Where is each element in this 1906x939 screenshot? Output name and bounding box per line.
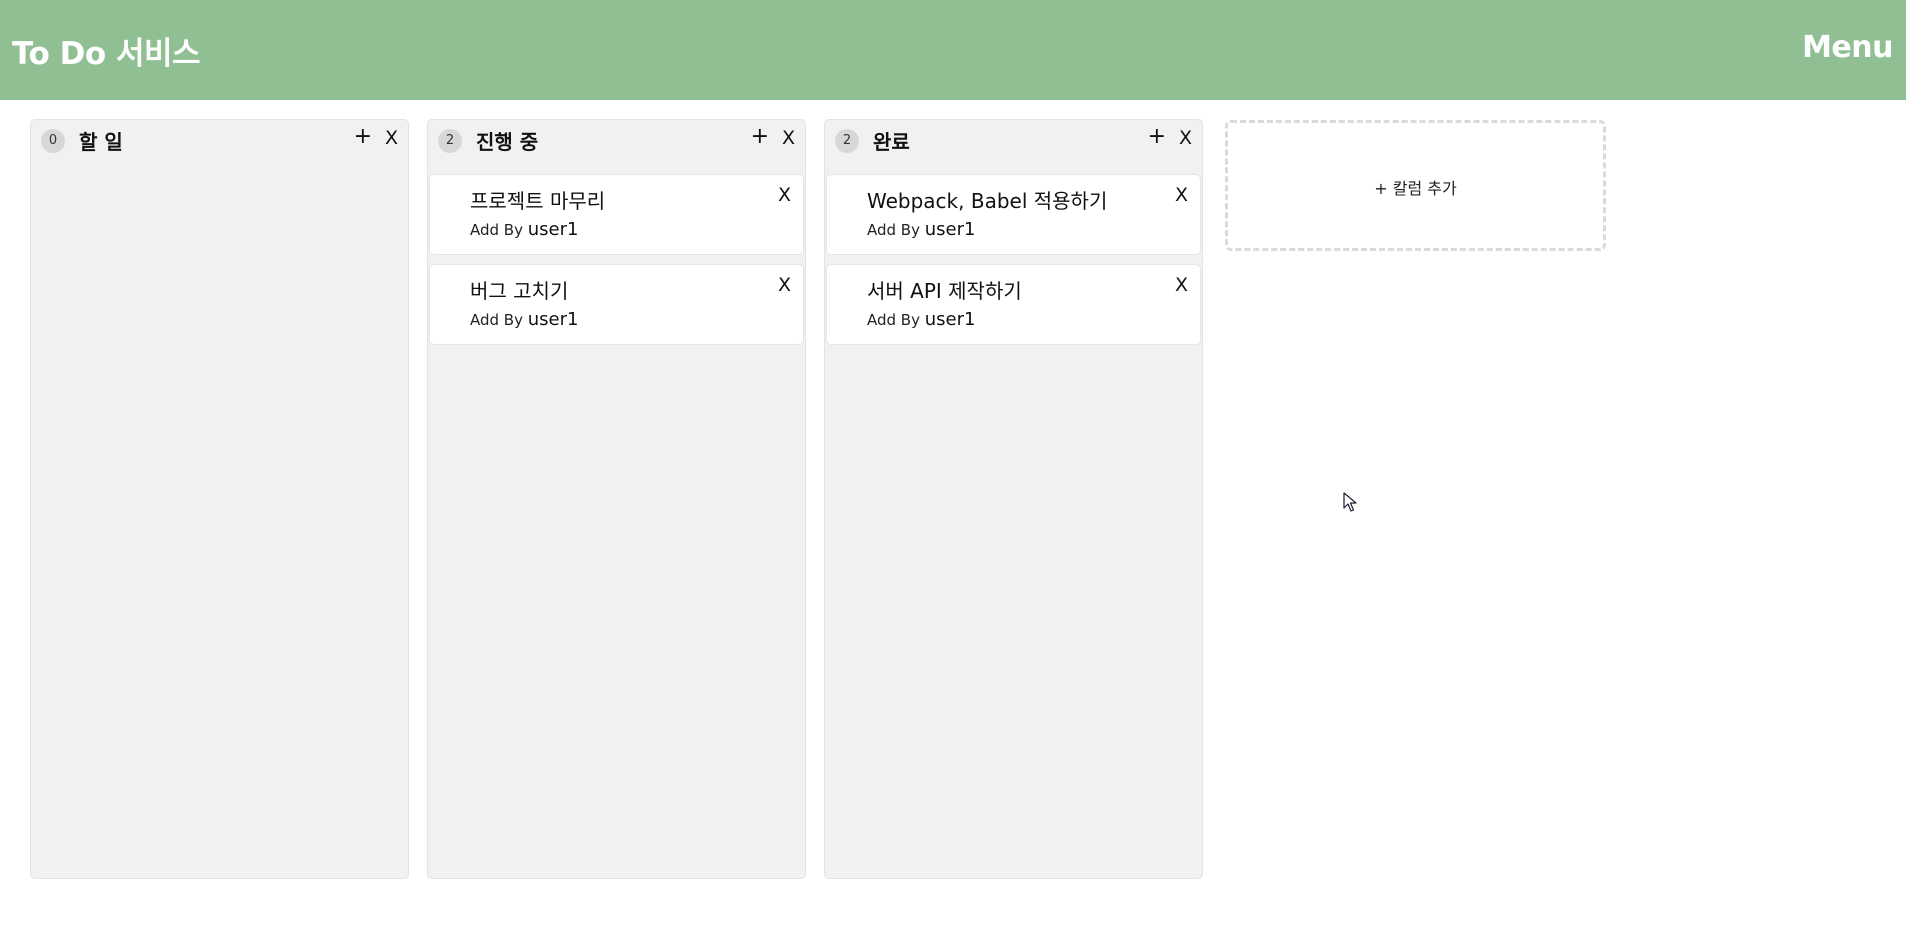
delete-card-button[interactable]: X bbox=[1175, 274, 1188, 296]
task-card[interactable]: 버그 고치기 Add By user1 X bbox=[429, 264, 804, 345]
column-count-badge: 0 bbox=[41, 129, 65, 153]
task-card[interactable]: 서버 API 제작하기 Add By user1 X bbox=[826, 264, 1201, 345]
card-author-prefix: Add By bbox=[867, 311, 920, 329]
card-author-name: user1 bbox=[924, 309, 976, 330]
task-card[interactable]: 프로젝트 마무리 Add By user1 X bbox=[429, 174, 804, 255]
column-count-badge: 2 bbox=[835, 129, 859, 153]
card-author-name: user1 bbox=[527, 309, 579, 330]
card-title: 프로젝트 마무리 bbox=[470, 189, 606, 213]
add-card-button[interactable]: + bbox=[1148, 124, 1166, 149]
card-author: Add By user1 bbox=[470, 219, 578, 240]
card-title: 서버 API 제작하기 bbox=[867, 279, 1022, 303]
column-count-badge: 2 bbox=[438, 129, 462, 153]
card-title: Webpack, Babel 적용하기 bbox=[867, 189, 1108, 213]
card-author-prefix: Add By bbox=[470, 221, 523, 239]
delete-column-button[interactable]: X bbox=[1179, 127, 1192, 149]
column-in-progress: 2 진행 중 + X 프로젝트 마무리 Add By user1 X 버그 고치… bbox=[427, 119, 806, 879]
delete-card-button[interactable]: X bbox=[778, 184, 791, 206]
app-header: To Do 서비스 Menu bbox=[0, 0, 1906, 100]
card-author: Add By user1 bbox=[867, 309, 975, 330]
column-title: 진행 중 bbox=[476, 130, 539, 154]
column-todo: 0 할 일 + X bbox=[30, 119, 409, 879]
delete-column-button[interactable]: X bbox=[385, 127, 398, 149]
column-done: 2 완료 + X Webpack, Babel 적용하기 Add By user… bbox=[824, 119, 1203, 879]
card-author: Add By user1 bbox=[867, 219, 975, 240]
add-card-button[interactable]: + bbox=[751, 124, 769, 149]
app-title: To Do 서비스 bbox=[12, 36, 201, 72]
card-author: Add By user1 bbox=[470, 309, 578, 330]
column-header: 0 할 일 + X bbox=[31, 120, 408, 160]
card-author-name: user1 bbox=[527, 219, 579, 240]
add-card-button[interactable]: + bbox=[354, 124, 372, 149]
add-column-button[interactable]: + 칼럼 추가 bbox=[1225, 120, 1606, 251]
mouse-cursor-icon bbox=[1343, 492, 1357, 512]
column-header: 2 완료 + X bbox=[825, 120, 1202, 160]
column-title: 할 일 bbox=[79, 130, 123, 154]
delete-column-button[interactable]: X bbox=[782, 127, 795, 149]
delete-card-button[interactable]: X bbox=[1175, 184, 1188, 206]
task-card[interactable]: Webpack, Babel 적용하기 Add By user1 X bbox=[826, 174, 1201, 255]
menu-button[interactable]: Menu bbox=[1802, 30, 1893, 65]
card-title: 버그 고치기 bbox=[470, 279, 569, 303]
column-header: 2 진행 중 + X bbox=[428, 120, 805, 160]
delete-card-button[interactable]: X bbox=[778, 274, 791, 296]
column-title: 완료 bbox=[873, 130, 910, 154]
card-author-name: user1 bbox=[924, 219, 976, 240]
card-author-prefix: Add By bbox=[867, 221, 920, 239]
card-author-prefix: Add By bbox=[470, 311, 523, 329]
add-column-label: + 칼럼 추가 bbox=[1374, 179, 1457, 198]
